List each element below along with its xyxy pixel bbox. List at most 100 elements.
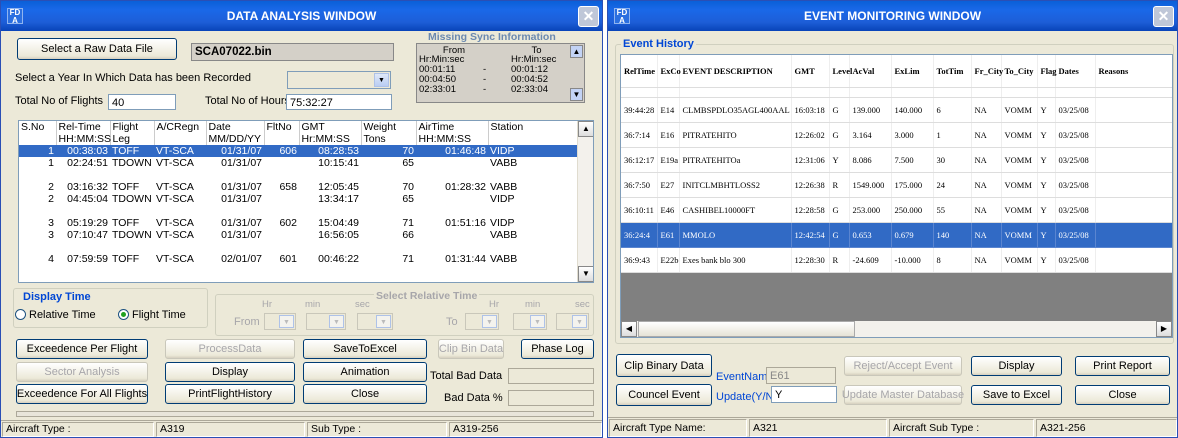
table-row[interactable] <box>19 241 578 253</box>
table-row[interactable]: 36:12:17 E19a PITRATEHITOa 12:31:06 Y 8.086 7.… <box>621 147 1172 173</box>
table-row[interactable]: 39:44:28 E14 CLMBSPDLO35AGL400AAL 16:03:18 G… <box>621 97 1172 123</box>
col-header[interactable]: TotTim <box>933 55 972 88</box>
col-header[interactable]: Reasons <box>1095 55 1172 88</box>
display-button[interactable]: Display <box>971 356 1062 376</box>
table-cell <box>19 169 56 181</box>
from-sec-select[interactable]: ▼ <box>357 313 393 330</box>
col-header[interactable]: Fr_City <box>971 55 1003 88</box>
radio-icon[interactable] <box>15 309 26 320</box>
scroll-left-icon[interactable]: ◀ <box>621 321 637 337</box>
table-hscroll[interactable]: ◀ ▶ <box>621 321 1172 337</box>
save-to-excel-button[interactable]: SaveToExcel <box>303 339 427 359</box>
table-row[interactable]: 36:10:11 E46 CASHIBEL10000FT 12:28:58 G 253.0… <box>621 197 1172 223</box>
scroll-up-icon[interactable]: ▲ <box>570 45 583 58</box>
councel-event-button[interactable]: Councel Event <box>616 384 712 406</box>
update-field[interactable]: Y <box>771 386 837 403</box>
sync-list[interactable]: From To Hr:Min:sec Hr:Min:sec 00:01:11 -… <box>416 43 585 103</box>
to-hr-select[interactable]: ▼ <box>465 313 499 330</box>
scroll-right-icon[interactable]: ▶ <box>1156 321 1172 337</box>
table-cell: 36:9:43 <box>621 247 658 273</box>
col-header[interactable]: Station <box>488 121 579 133</box>
col-header[interactable]: S.No <box>19 121 57 133</box>
close-button[interactable]: Close <box>303 384 427 404</box>
flight-time-radio[interactable]: Flight Time <box>118 309 186 321</box>
update-master-database-button[interactable]: Update Master Database <box>842 385 964 405</box>
table-row[interactable]: 1 00:38:03 TOFF VT-SCA 01/31/07 606 08:28:53 70… <box>19 145 578 157</box>
to-min-select[interactable]: ▼ <box>513 313 547 330</box>
table-row[interactable]: 4 07:59:59 TOFF VT-SCA 02/01/07 601 00:46:22 71… <box>19 253 578 265</box>
select-raw-data-button[interactable]: Select a Raw Data File <box>17 38 177 60</box>
title-bar[interactable]: FD A DATA ANALYSIS WINDOW ✕ <box>1 1 602 31</box>
exceedence-all-flights-button[interactable]: Exceedence For All Flights <box>16 384 148 404</box>
table-cell: 03/25/08 <box>1055 222 1096 248</box>
to-sec-select[interactable]: ▼ <box>556 313 589 330</box>
process-data-button[interactable]: ProcessData <box>165 339 295 359</box>
sector-analysis-button[interactable]: Sector Analysis <box>16 362 148 382</box>
col-header[interactable]: AcVal <box>849 55 892 88</box>
col-header[interactable]: Rel-Time <box>56 121 111 133</box>
table-row[interactable]: 36:9:43 E22b Exes bank blo 300 12:28:30 R -24… <box>621 247 1172 273</box>
col-header[interactable]: EVENT DESCRIPTION <box>679 55 792 88</box>
chevron-down-icon[interactable]: ▼ <box>329 315 344 328</box>
reject-accept-event-button[interactable]: Reject/Accept Event <box>844 356 962 376</box>
chevron-down-icon[interactable]: ▼ <box>530 315 545 328</box>
col-header[interactable]: A/CRegn <box>154 121 207 133</box>
table-row[interactable]: 36:7:14 E16 PITRATEHITO 12:26:02 G 3.164 3.000… <box>621 122 1172 148</box>
table-row[interactable]: 3 07:10:47 TDOWN VT-SCA 01/31/07 16:56:05 66 VA… <box>19 229 578 241</box>
table-row[interactable]: 36:24:4 E61 MMOLO 12:42:54 G 0.653 0.679 140 NA V… <box>621 222 1172 248</box>
col-header[interactable]: ExCo <box>657 55 681 88</box>
title-bar[interactable]: FD A EVENT MONITORING WINDOW ✕ <box>608 1 1177 31</box>
flight-table[interactable]: S.No Rel-Time Flight A/CRegn Date FltNo … <box>18 120 594 283</box>
phase-log-button[interactable]: Phase Log <box>521 339 594 359</box>
table-row[interactable]: 1 02:24:51 TDOWN VT-SCA 01/31/07 10:15:41 65 VA… <box>19 157 578 169</box>
col-header[interactable]: RelTime <box>621 55 658 88</box>
table-row[interactable] <box>19 169 578 181</box>
chevron-down-icon[interactable]: ▼ <box>482 315 497 328</box>
from-min-select[interactable]: ▼ <box>306 313 346 330</box>
clip-binary-data-button[interactable]: Clip Binary Data <box>616 354 712 377</box>
chevron-down-icon[interactable]: ▼ <box>376 315 391 328</box>
animation-button[interactable]: Animation <box>303 362 427 382</box>
hscroll-thumb[interactable] <box>638 321 855 337</box>
hours-field[interactable]: 75:32:27 <box>286 94 392 110</box>
print-flight-history-button[interactable]: PrintFlightHistory <box>165 384 295 404</box>
chevron-down-icon[interactable]: ▼ <box>572 315 587 328</box>
col-header[interactable]: Flag <box>1037 55 1057 88</box>
table-row[interactable]: 2 03:16:32 TOFF VT-SCA 01/31/07 658 12:05:45 70… <box>19 181 578 193</box>
radio-selected-icon[interactable] <box>118 309 129 320</box>
col-header[interactable]: Level <box>829 55 852 88</box>
clip-bin-data-button[interactable]: Clip Bin Data <box>438 339 504 359</box>
chevron-down-icon[interactable]: ▼ <box>279 315 294 328</box>
chevron-down-icon[interactable]: ▼ <box>374 73 389 87</box>
close-icon[interactable]: ✕ <box>578 6 599 27</box>
scroll-up-icon[interactable]: ▲ <box>578 121 593 137</box>
col-header[interactable]: Dates <box>1055 55 1096 88</box>
close-button[interactable]: Close <box>1075 385 1170 405</box>
scroll-down-icon[interactable]: ▼ <box>578 266 593 282</box>
exceedence-per-flight-button[interactable]: Exceedence Per Flight <box>16 339 148 359</box>
col-header[interactable]: Flight <box>110 121 155 133</box>
table-vscroll[interactable]: ▲ ▼ <box>577 121 593 282</box>
print-report-button[interactable]: Print Report <box>1075 356 1170 376</box>
col-header[interactable]: To_City <box>1001 55 1038 88</box>
close-icon[interactable]: ✕ <box>1153 6 1174 27</box>
col-header[interactable]: GMT <box>299 121 362 133</box>
col-header[interactable]: AirTime <box>416 121 489 133</box>
col-header[interactable]: Weight <box>361 121 417 133</box>
display-button[interactable]: Display <box>165 362 295 382</box>
relative-time-radio[interactable]: Relative Time <box>15 309 96 321</box>
table-row[interactable] <box>19 205 578 217</box>
year-select[interactable]: ▼ <box>287 71 391 89</box>
scroll-down-icon[interactable]: ▼ <box>570 88 583 101</box>
flights-field[interactable]: 40 <box>108 94 176 110</box>
from-hr-select[interactable]: ▼ <box>264 313 296 330</box>
col-header[interactable]: FltNo <box>264 121 300 133</box>
table-row[interactable]: 3 05:19:29 TOFF VT-SCA 01/31/07 602 15:04:49 71… <box>19 217 578 229</box>
col-header[interactable]: ExLim <box>891 55 934 88</box>
table-row[interactable]: 36:7:50 E27 INITCLMBHTLOSS2 12:26:38 R 1549.0… <box>621 172 1172 198</box>
event-table[interactable]: RelTime ExCo EVENT DESCRIPTION GMT Level AcVa… <box>620 54 1173 338</box>
col-header[interactable]: GMT <box>791 55 830 88</box>
save-to-excel-button[interactable]: Save to Excel <box>971 385 1062 405</box>
col-header[interactable]: Date <box>206 121 265 133</box>
table-row[interactable]: 2 04:45:04 TDOWN VT-SCA 01/31/07 13:34:17 65 VI… <box>19 193 578 205</box>
